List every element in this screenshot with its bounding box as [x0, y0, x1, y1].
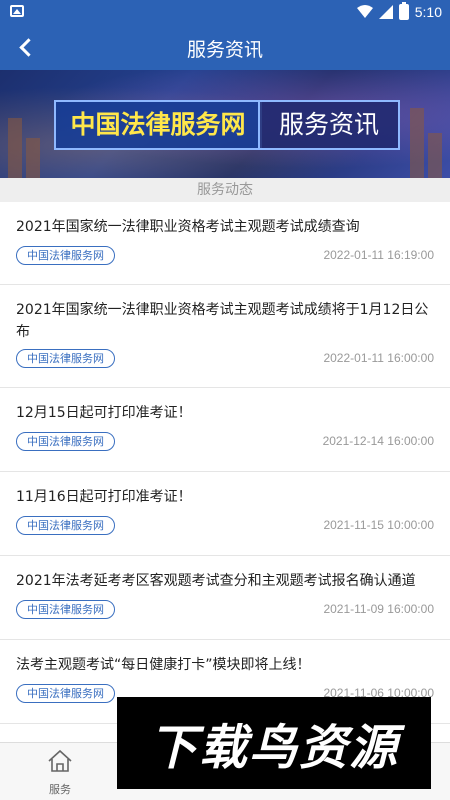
- news-time: 2022-01-11 16:19:00: [323, 248, 434, 262]
- nav-item-service[interactable]: 服务: [32, 749, 88, 797]
- banner: 中国法律服务网 服务资讯: [0, 70, 450, 178]
- news-source-tag: 中国法律服务网: [16, 600, 115, 619]
- banner-building: [26, 138, 40, 178]
- news-title: 法考主观题考试“每日健康打卡”模块即将上线！: [16, 657, 311, 673]
- status-icons: 5:10: [356, 2, 442, 22]
- watermark-logo: 下载鸟资源: [117, 697, 431, 789]
- news-source-tag: 中国法律服务网: [16, 432, 115, 451]
- news-title: 2021年国家统一法律职业资格考试主观题考试成绩查询: [16, 219, 360, 235]
- battery-icon: [398, 2, 409, 20]
- nav-label-service: 服务: [49, 783, 71, 796]
- news-item[interactable]: 2021年国家统一法律职业资格考试主观题考试成绩查询 中国法律服务网 2022-…: [0, 202, 450, 285]
- image-notification-icon: [10, 5, 24, 17]
- banner-section-text: 服务资讯: [258, 100, 400, 150]
- news-source-tag: 中国法律服务网: [16, 684, 115, 703]
- news-source-tag: 中国法律服务网: [16, 246, 115, 265]
- news-title: 2021年法考延考考区客观题考试查分和主观题考试报名确认通道: [16, 573, 416, 589]
- news-time: 2021-11-09 16:00:00: [323, 602, 434, 616]
- app-bar: 服务资讯: [0, 24, 450, 70]
- banner-building: [428, 133, 442, 178]
- news-item[interactable]: 11月16日起可打印准考证！ 中国法律服务网 2021-11-15 10:00:…: [0, 472, 450, 556]
- news-item[interactable]: 2021年国家统一法律职业资格考试主观题考试成绩将于1月12日公布 中国法律服务…: [0, 285, 450, 388]
- news-title: 12月15日起可打印准考证！: [16, 405, 192, 421]
- wifi-icon: [356, 5, 373, 18]
- news-time: 2021-12-14 16:00:00: [322, 434, 434, 448]
- news-title: 2021年国家统一法律职业资格考试主观题考试成绩将于1月12日公布: [16, 302, 429, 340]
- home-icon: [48, 749, 72, 772]
- banner-building: [410, 108, 424, 178]
- section-header: 服务动态: [0, 178, 450, 202]
- status-bar: 5:10: [0, 0, 450, 24]
- banner-brand-text: 中国法律服务网: [54, 100, 262, 150]
- news-item[interactable]: 2021年法考延考考区客观题考试查分和主观题考试报名确认通道 中国法律服务网 2…: [0, 556, 450, 640]
- news-item[interactable]: 12月15日起可打印准考证！ 中国法律服务网 2021-12-14 16:00:…: [0, 388, 450, 472]
- news-time: 2021-11-15 10:00:00: [323, 518, 434, 532]
- page-title: 服务资讯: [186, 39, 263, 61]
- news-source-tag: 中国法律服务网: [16, 516, 115, 535]
- news-time: 2022-01-11 16:00:00: [323, 351, 434, 365]
- news-title: 11月16日起可打印准考证！: [16, 489, 192, 505]
- signal-icon: [378, 5, 393, 19]
- status-time: 5:10: [414, 4, 442, 20]
- banner-building: [8, 118, 22, 178]
- news-source-tag: 中国法律服务网: [16, 349, 115, 368]
